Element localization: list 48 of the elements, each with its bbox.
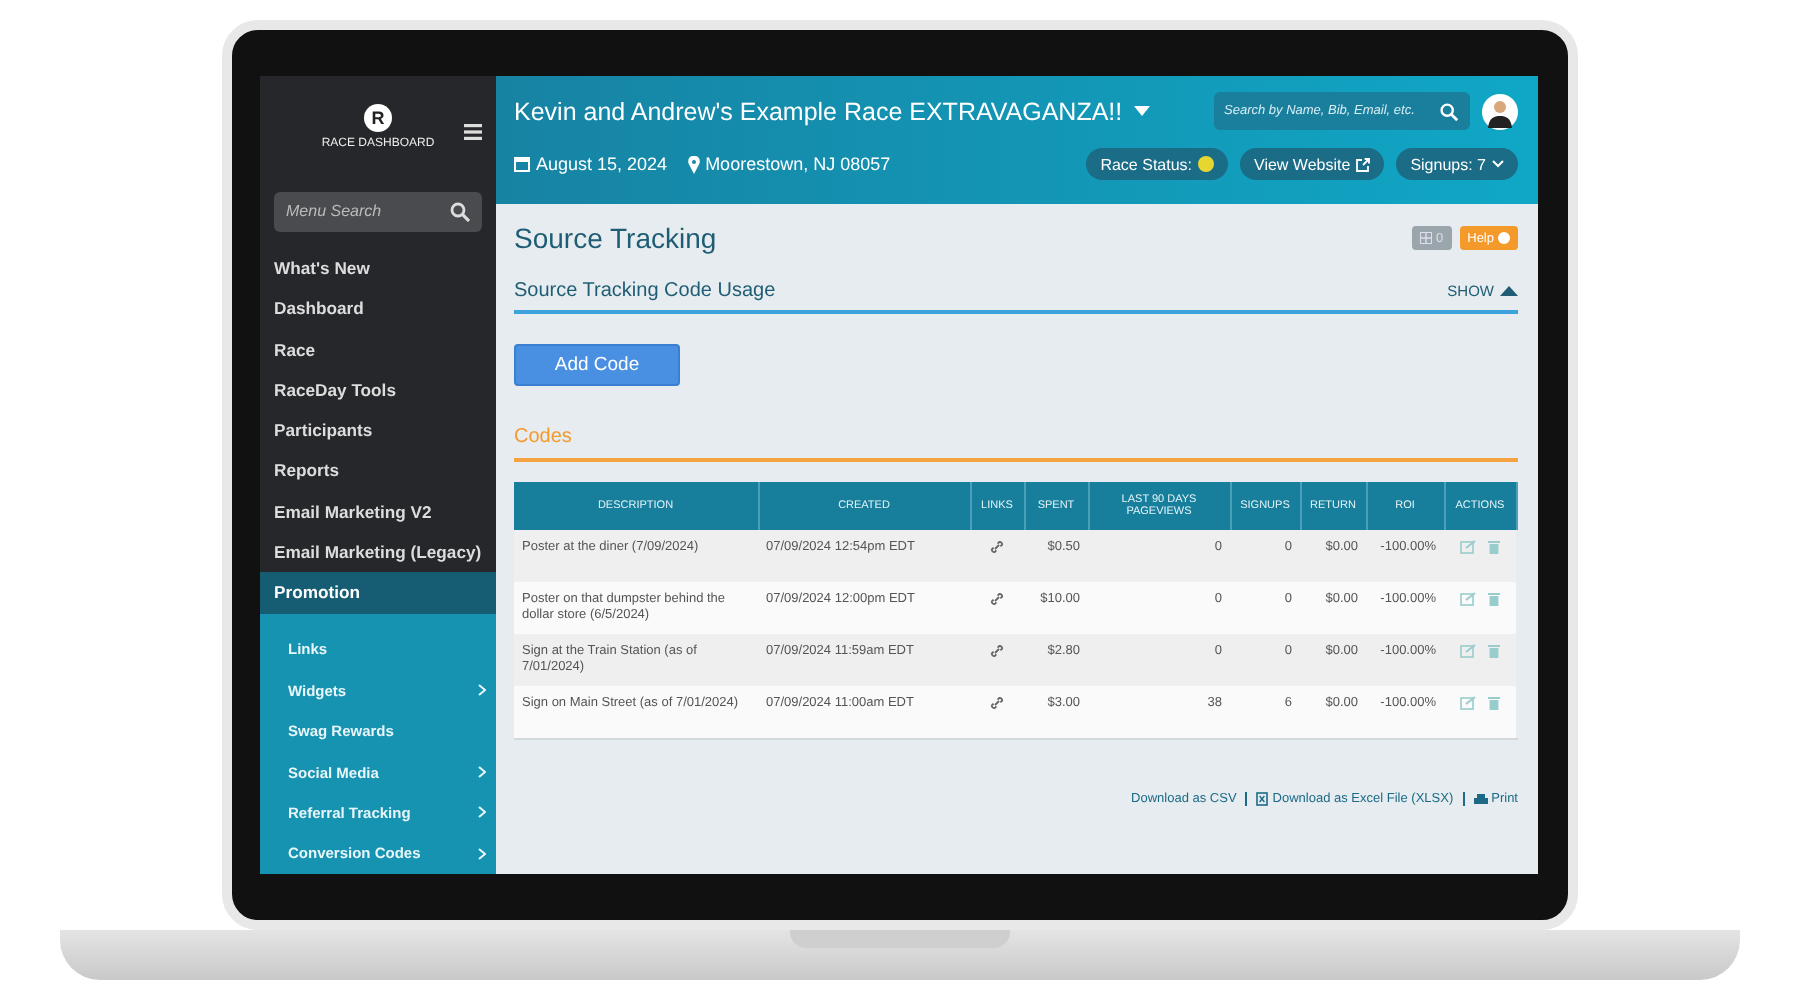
link-icon[interactable] <box>990 696 1004 710</box>
printer-icon <box>1473 793 1488 805</box>
race-date: August 15, 2024 <box>536 154 668 174</box>
search-field[interactable]: Menu Search <box>274 191 482 232</box>
race-location: Moorestown, NJ 08057 <box>705 154 891 174</box>
chevron-right-icon <box>478 684 486 697</box>
divider-icon <box>1461 792 1466 806</box>
menu-item[interactable]: Reports <box>260 450 496 492</box>
menu-item[interactable]: What's New <box>260 247 496 289</box>
signups-button[interactable]: Signups: 7 <box>1396 148 1518 180</box>
grid-icon <box>1420 232 1432 244</box>
excel-file-icon <box>1256 792 1269 806</box>
page-title: Source Tracking <box>514 222 717 254</box>
logo[interactable]: R <box>364 104 392 132</box>
trash-icon[interactable] <box>1488 696 1500 710</box>
search-icon[interactable] <box>1440 102 1458 120</box>
calendar-icon <box>514 156 530 172</box>
chevron-right-icon <box>478 766 486 779</box>
trash-icon[interactable] <box>1488 592 1500 606</box>
divider-icon <box>1244 792 1249 806</box>
avatar-icon[interactable] <box>1482 93 1518 129</box>
menu-item[interactable]: Dashboard <box>260 288 496 330</box>
menu-icon[interactable] <box>464 124 482 140</box>
menu-item[interactable]: Email Marketing V2 <box>260 491 496 533</box>
menu-item[interactable]: Participants <box>260 410 496 451</box>
menu-item[interactable]: Race <box>260 329 496 370</box>
edit-icon[interactable] <box>1460 592 1476 606</box>
caret-up-icon <box>1500 286 1518 296</box>
menu-item[interactable]: Email Marketing (Legacy) <box>260 532 496 573</box>
link-icon[interactable] <box>990 644 1004 658</box>
menu-item[interactable]: RaceDay Tools <box>260 369 496 411</box>
menu-item[interactable]: Promotion <box>260 572 496 614</box>
view-website-button[interactable]: View Website <box>1240 148 1385 180</box>
chevron-right-icon <box>478 806 486 819</box>
link-icon[interactable] <box>990 592 1004 606</box>
add-code-button[interactable]: Add Code <box>514 344 680 386</box>
external-link-icon <box>1356 157 1371 171</box>
section-heading: Codes <box>514 426 1518 462</box>
chevron-down-icon <box>1492 160 1504 168</box>
link-icon[interactable] <box>990 540 1004 554</box>
map-pin-icon <box>687 155 700 173</box>
caret-down-icon[interactable] <box>1134 106 1151 116</box>
race-status-button[interactable]: Race Status: <box>1086 148 1229 180</box>
section-title: Source Tracking Code Usage <box>514 280 776 302</box>
chevron-right-icon <box>478 847 486 860</box>
search-icon[interactable] <box>450 201 470 222</box>
race-title[interactable]: Kevin and Andrew's Example Race EXTRAVAGANZA!! <box>514 97 1123 125</box>
edit-icon[interactable] <box>1460 696 1476 710</box>
